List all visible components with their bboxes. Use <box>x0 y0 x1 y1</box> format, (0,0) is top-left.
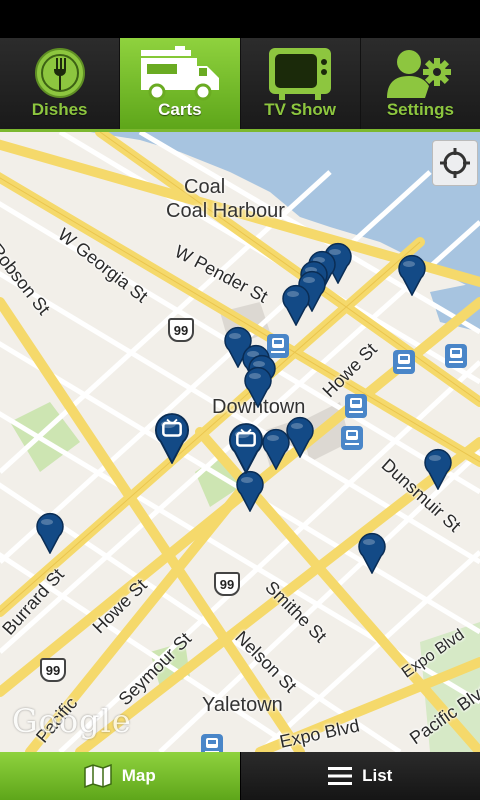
crosshair-icon <box>440 148 470 178</box>
train-station-icon <box>201 734 223 752</box>
tv-icon <box>267 46 333 107</box>
list-view-button[interactable]: List <box>239 752 480 800</box>
top-nav: Dishes Carts TV Show Settings <box>0 38 480 132</box>
area-label-yaletown: Yaletown <box>202 694 283 716</box>
map-view-button[interactable]: Map <box>0 752 240 800</box>
map-view[interactable]: Coal Coal Harbour Downtown Yaletown Robs… <box>0 132 480 752</box>
view-toggle: Map List <box>0 752 480 800</box>
user-settings-icon <box>385 46 455 107</box>
tab-dishes[interactable]: Dishes <box>0 38 119 129</box>
list-view-label: List <box>362 766 393 785</box>
train-station-icon <box>393 350 415 374</box>
train-station-icon <box>345 394 367 418</box>
tab-tv-show[interactable]: TV Show <box>239 38 360 129</box>
tab-settings[interactable]: Settings <box>359 38 480 129</box>
my-location-button[interactable] <box>432 140 478 186</box>
map-icon <box>84 764 112 788</box>
cart-pin-icon[interactable] <box>397 254 427 297</box>
status-bar <box>0 0 480 38</box>
tv-cart-pin-icon[interactable] <box>226 422 266 475</box>
train-station-icon <box>445 344 467 368</box>
food-truck-icon <box>135 46 225 107</box>
list-icon <box>328 767 353 785</box>
area-label-coal-harbour-1: Coal <box>184 176 226 198</box>
map-view-label: Map <box>121 766 156 785</box>
cart-pin-icon[interactable] <box>357 532 387 575</box>
cart-pin-icon[interactable] <box>281 284 311 327</box>
tv-cart-pin-icon[interactable] <box>152 412 192 465</box>
cart-pin-icon[interactable] <box>235 470 265 513</box>
highway-shield: 99 <box>40 658 66 682</box>
area-label-coal-harbour: Coal Harbour <box>166 200 285 222</box>
cart-pin-icon[interactable] <box>423 448 453 491</box>
fork-icon <box>33 46 87 105</box>
tab-carts[interactable]: Carts <box>119 38 240 129</box>
google-attribution: Google <box>12 702 132 740</box>
train-station-icon <box>341 426 363 450</box>
cart-pin-icon[interactable] <box>35 512 65 555</box>
highway-shield: 99 <box>168 318 194 342</box>
cart-pin-icon[interactable] <box>243 366 273 409</box>
highway-shield: 99 <box>214 572 240 596</box>
